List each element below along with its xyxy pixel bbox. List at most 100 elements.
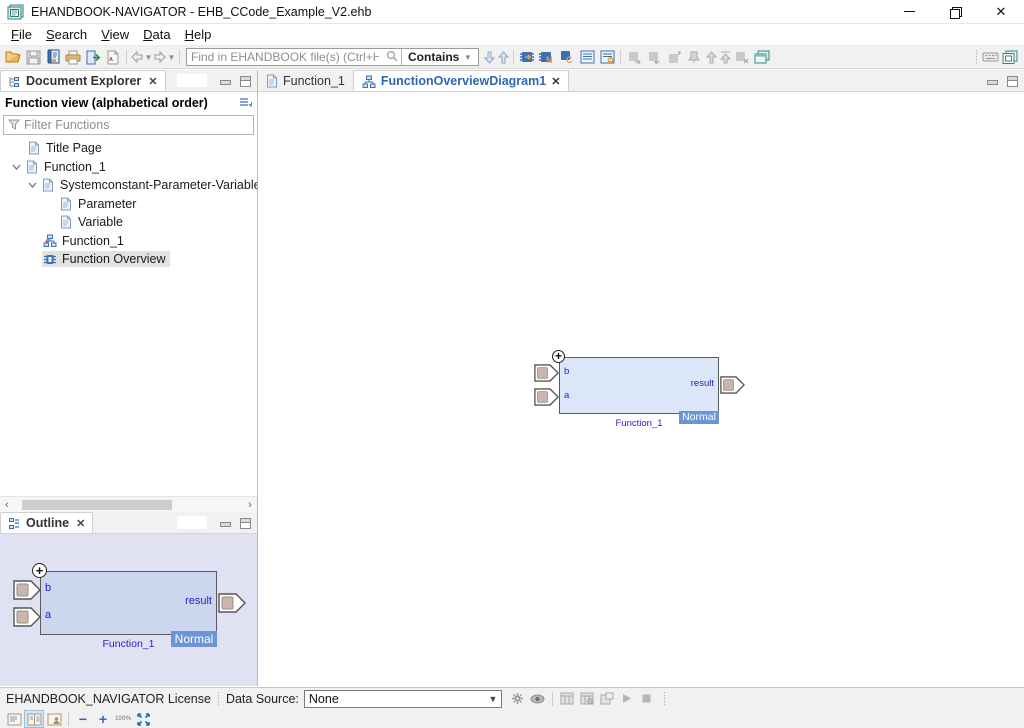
outline-canvas[interactable]: + b a result Function_1 Normal xyxy=(0,534,257,686)
close-tab-icon[interactable]: ✕ xyxy=(551,75,560,88)
diagram-canvas[interactable]: + b a result Function_1 Normal xyxy=(258,92,1024,686)
tab-outline[interactable]: Outline ✕ xyxy=(0,512,93,533)
book-icon[interactable] xyxy=(43,48,63,66)
close-view-icon[interactable]: ✕ xyxy=(76,517,85,530)
match-mode-dropdown[interactable]: Contains▼ xyxy=(401,49,478,65)
forward-history-dropdown[interactable]: ▼ xyxy=(167,53,176,62)
input-port-b[interactable] xyxy=(534,364,559,382)
maximize-view-button[interactable] xyxy=(239,518,251,528)
chevron-down-icon: ▼ xyxy=(485,694,501,704)
output-port-result[interactable] xyxy=(720,376,745,394)
person-page-icon[interactable] xyxy=(44,710,64,728)
restore-button[interactable] xyxy=(932,0,978,23)
grid3-icon[interactable] xyxy=(597,690,617,708)
tree-item-function-1[interactable]: Function_1 xyxy=(0,158,257,177)
output-port-result[interactable] xyxy=(218,593,246,613)
close-button[interactable]: ✕ xyxy=(978,0,1024,23)
chip-prev-icon[interactable] xyxy=(624,48,644,66)
play-icon[interactable] xyxy=(617,690,637,708)
tree-item-parameter[interactable]: Parameter xyxy=(0,195,257,214)
app-window: EHANDBOOK-NAVIGATOR - EHB_CCode_Example_… xyxy=(0,0,1024,728)
editor-view-buttons xyxy=(986,70,1024,91)
expand-block-icon[interactable]: + xyxy=(552,350,565,363)
menu-data[interactable]: Data xyxy=(136,25,177,44)
scroll-left-icon[interactable]: ‹ xyxy=(0,498,14,512)
goto-c-icon[interactable]: C xyxy=(557,48,577,66)
keyboard-icon[interactable] xyxy=(980,48,1000,66)
open-folder-icon[interactable] xyxy=(3,48,23,66)
minimize-view-button[interactable] xyxy=(219,518,231,528)
close-view-icon[interactable]: ✕ xyxy=(148,75,157,88)
title-bar: EHANDBOOK-NAVIGATOR - EHB_CCode_Example_… xyxy=(0,0,1024,24)
input-port-b[interactable] xyxy=(13,580,41,600)
chevron-expanded-icon[interactable] xyxy=(24,182,40,188)
grid1-icon[interactable] xyxy=(557,690,577,708)
gear-icon[interactable] xyxy=(508,690,528,708)
minimize-button[interactable] xyxy=(886,0,932,23)
zoom-in-icon[interactable]: + xyxy=(93,710,113,728)
new-window-icon[interactable] xyxy=(752,48,772,66)
maximize-editor-button[interactable] xyxy=(1006,76,1018,86)
menu-help[interactable]: Help xyxy=(178,25,219,44)
back-icon[interactable] xyxy=(130,48,144,66)
zoom-out-icon[interactable]: − xyxy=(73,710,93,728)
maximize-view-button[interactable] xyxy=(239,76,251,86)
split-view-icon[interactable] xyxy=(24,710,44,728)
tab-function-1[interactable]: Function_1 xyxy=(258,70,353,91)
scroll-track[interactable] xyxy=(14,499,243,511)
pin-icon[interactable] xyxy=(684,48,704,66)
menu-search[interactable]: Search xyxy=(39,25,94,44)
input-port-a[interactable] xyxy=(534,388,559,406)
list-icon[interactable] xyxy=(577,48,597,66)
view-menu-icon[interactable] xyxy=(238,96,252,111)
windows-icon[interactable] xyxy=(1000,48,1020,66)
zoom-100-icon[interactable]: 100% xyxy=(113,710,133,728)
minimize-view-button[interactable] xyxy=(219,76,231,86)
filter-functions-input[interactable] xyxy=(24,118,253,132)
goto-function-icon[interactable] xyxy=(517,48,537,66)
tab-function-overview-diagram1[interactable]: FunctionOverviewDiagram1 ✕ xyxy=(353,70,570,91)
tree-item-function-1-model[interactable]: c Function_1 xyxy=(0,232,257,251)
outline-view: Outline ✕ + b xyxy=(0,512,257,686)
outline-tabstrip: Outline ✕ xyxy=(0,512,257,534)
tree-item-function-overview[interactable]: Function Overview xyxy=(0,250,257,269)
tab-document-explorer[interactable]: Document Explorer ✕ xyxy=(0,70,166,91)
tree-item-systemconstant[interactable]: Systemconstant-Parameter-Variable-C xyxy=(0,176,257,195)
menu-view[interactable]: View xyxy=(94,25,136,44)
chevron-expanded-icon[interactable] xyxy=(8,164,24,170)
list-remove-icon[interactable] xyxy=(597,48,617,66)
back-history-dropdown[interactable]: ▼ xyxy=(144,53,153,62)
find-input[interactable] xyxy=(187,49,383,65)
explorer-hscrollbar[interactable]: ‹ › xyxy=(0,496,257,512)
fit-screen-icon[interactable] xyxy=(133,710,153,728)
chip-next-icon[interactable] xyxy=(644,48,664,66)
stop-icon[interactable] xyxy=(637,690,657,708)
chip-x-icon[interactable] xyxy=(732,48,752,66)
find-next-icon[interactable] xyxy=(482,48,496,66)
promote-icon[interactable] xyxy=(704,48,718,66)
scroll-thumb[interactable] xyxy=(22,500,172,510)
pdf-icon[interactable]: A xyxy=(103,48,123,66)
menu-file[interactable]: File xyxy=(4,25,39,44)
chip-up-icon[interactable] xyxy=(664,48,684,66)
eye-icon[interactable] xyxy=(528,690,548,708)
data-source-dropdown[interactable]: None ▼ xyxy=(304,690,502,708)
minimize-editor-button[interactable] xyxy=(986,76,998,86)
tree-item-variable[interactable]: Variable xyxy=(0,213,257,232)
goto-n-icon[interactable]: N xyxy=(537,48,557,66)
search-icon[interactable] xyxy=(383,50,401,65)
promote-top-icon[interactable] xyxy=(718,48,732,66)
forward-icon[interactable] xyxy=(153,48,167,66)
page-view-icon[interactable] xyxy=(4,710,24,728)
tree-item-title-page[interactable]: Title Page xyxy=(0,139,257,158)
document-explorer-tabstrip: Document Explorer ✕ xyxy=(0,70,257,92)
input-port-a[interactable] xyxy=(13,607,41,627)
save-icon[interactable] xyxy=(23,48,43,66)
scroll-right-icon[interactable]: › xyxy=(243,498,257,512)
expand-block-icon[interactable]: + xyxy=(32,563,47,578)
print-icon[interactable] xyxy=(63,48,83,66)
window-title: EHANDBOOK-NAVIGATOR - EHB_CCode_Example_… xyxy=(31,5,371,19)
export-icon[interactable] xyxy=(83,48,103,66)
find-prev-icon[interactable] xyxy=(496,48,510,66)
grid2-icon[interactable] xyxy=(577,690,597,708)
